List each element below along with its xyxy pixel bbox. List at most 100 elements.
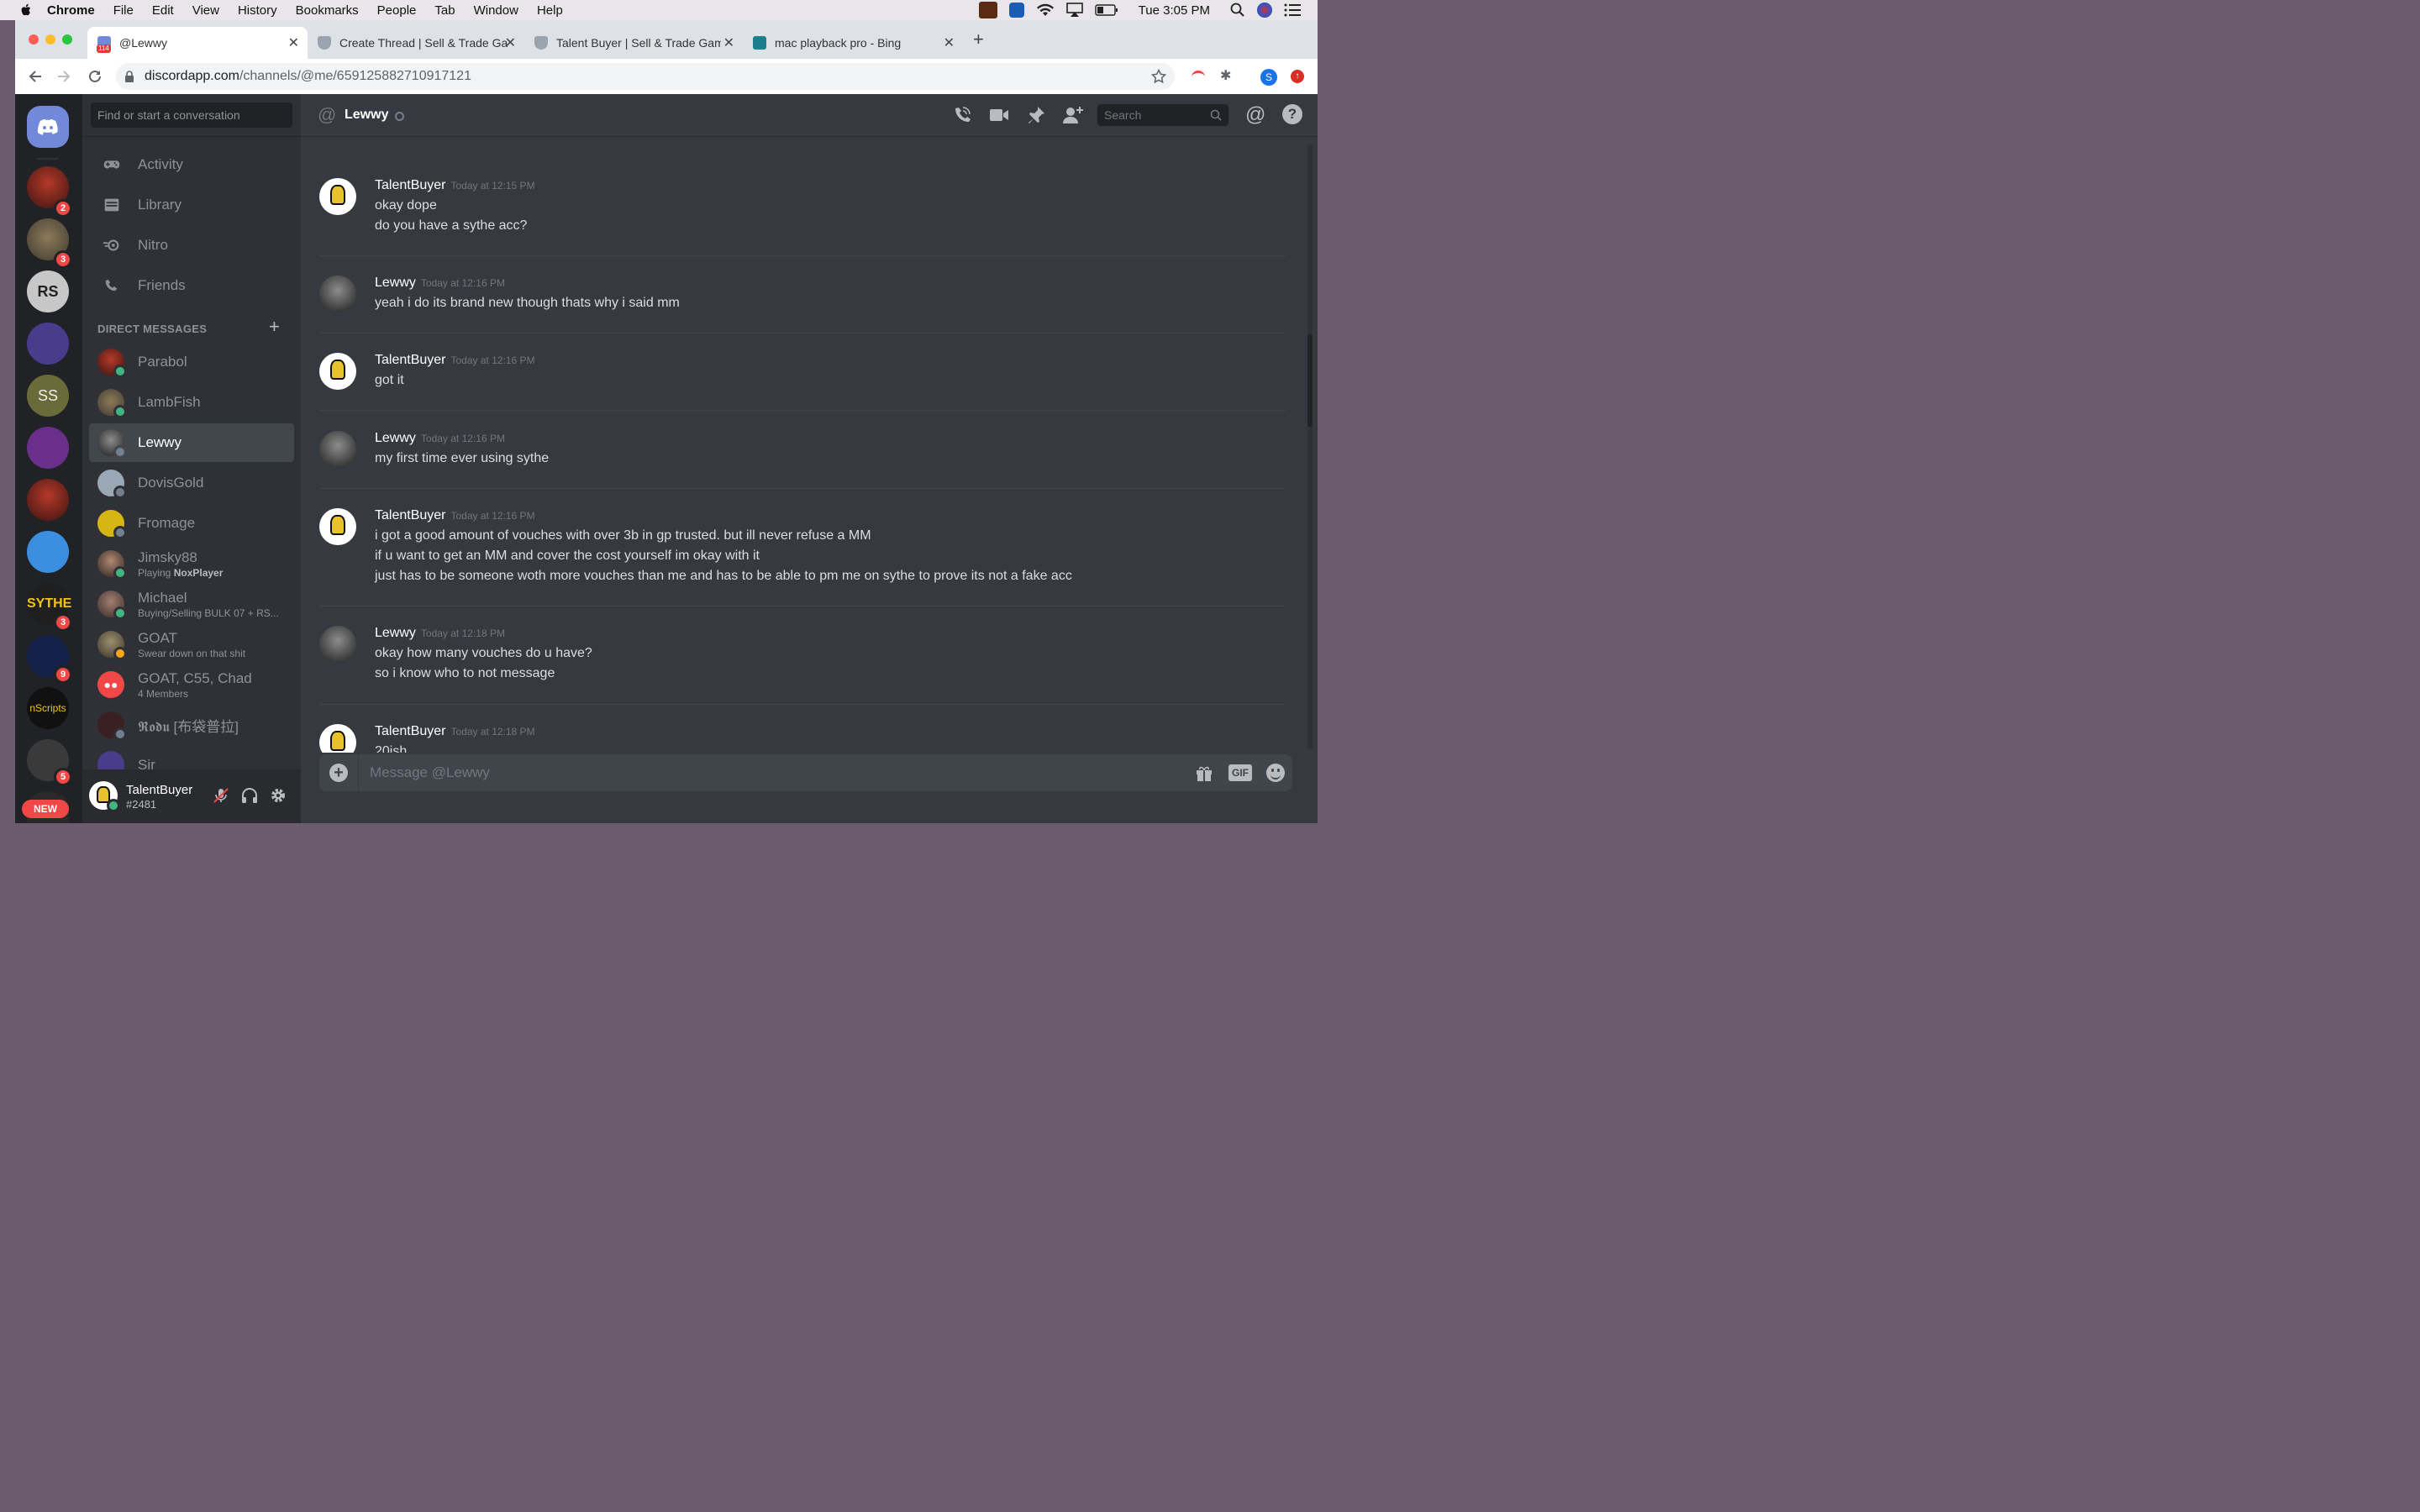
avatar[interactable] <box>319 276 356 312</box>
author-name[interactable]: TalentBuyer <box>375 178 446 192</box>
mute-microphone-icon[interactable] <box>212 786 230 805</box>
avatar[interactable] <box>319 724 356 753</box>
upload-plus-icon[interactable]: + <box>329 764 348 782</box>
author-name[interactable]: TalentBuyer <box>375 508 446 522</box>
forward-icon[interactable] <box>57 70 71 83</box>
video-call-icon[interactable] <box>988 104 1010 126</box>
message-author[interactable]: Lewwy Today at 12:16 PM <box>375 276 505 291</box>
avatar[interactable] <box>319 508 356 545</box>
voice-call-icon[interactable] <box>951 104 973 126</box>
menu-app-chrome[interactable]: Chrome <box>47 3 95 18</box>
menu-view[interactable]: View <box>192 3 219 18</box>
message-author[interactable]: TalentBuyer Today at 12:16 PM <box>375 353 535 368</box>
gif-picker-button[interactable]: GIF <box>1228 764 1252 781</box>
apple-icon[interactable] <box>18 3 34 18</box>
dm-item[interactable]: DovisGold <box>89 464 294 502</box>
menu-tab[interactable]: Tab <box>434 3 455 18</box>
update-icon[interactable]: ↑ <box>1291 70 1304 83</box>
author-name[interactable]: Lewwy <box>375 626 416 640</box>
menu-window[interactable]: Window <box>474 3 518 18</box>
dm-item[interactable]: Parabol <box>89 343 294 381</box>
nav-library[interactable]: Library <box>91 186 292 223</box>
new-unreads-badge[interactable]: NEW <box>22 800 69 818</box>
lock-icon[interactable] <box>124 71 134 82</box>
author-name[interactable]: TalentBuyer <box>375 724 446 738</box>
emoji-picker-icon[interactable] <box>1266 764 1285 782</box>
create-dm-plus-icon[interactable]: + <box>269 316 280 338</box>
message-author[interactable]: Lewwy Today at 12:18 PM <box>375 626 505 641</box>
extension-rainbow-icon[interactable] <box>1192 71 1205 83</box>
dm-item[interactable]: Fromage <box>89 504 294 543</box>
menu-people[interactable]: People <box>377 3 417 18</box>
nav-activity[interactable]: Activity <box>91 146 292 183</box>
author-name[interactable]: TalentBuyer <box>375 353 446 367</box>
message-input[interactable]: Message @Lewwy <box>370 764 490 781</box>
dm-item-selected[interactable]: Lewwy <box>89 423 294 462</box>
nav-friends[interactable]: Friends <box>91 267 292 304</box>
server-icon[interactable] <box>27 531 69 573</box>
message-author[interactable]: TalentBuyer Today at 12:18 PM <box>375 724 535 739</box>
bookmark-star-icon[interactable] <box>1151 69 1166 84</box>
dm-item[interactable]: LambFish <box>89 383 294 422</box>
wifi-icon[interactable] <box>1036 3 1055 17</box>
mentions-at-icon[interactable]: @ <box>1245 103 1265 127</box>
menu-bookmarks[interactable]: Bookmarks <box>296 3 359 18</box>
dm-item[interactable]: Sir <box>89 746 294 771</box>
notification-center-icon[interactable] <box>1284 3 1301 17</box>
message-author[interactable]: TalentBuyer Today at 12:16 PM <box>375 508 535 523</box>
new-tab-button[interactable]: + <box>973 30 984 49</box>
spotlight-search-icon[interactable] <box>1230 3 1245 18</box>
pinned-messages-icon[interactable] <box>1025 104 1047 126</box>
gift-icon[interactable] <box>1195 764 1213 782</box>
close-tab-icon[interactable]: ✕ <box>944 34 955 51</box>
avatar[interactable] <box>319 353 356 390</box>
menu-edit[interactable]: Edit <box>152 3 174 18</box>
tab-create-thread[interactable]: Create Thread | Sell & Trade Ga ✕ <box>308 27 524 59</box>
server-icon[interactable]: nScripts <box>27 687 69 729</box>
tab-talent-buyer[interactable]: Talent Buyer | Sell & Trade Gam ✕ <box>524 27 743 59</box>
reload-icon[interactable] <box>87 69 103 84</box>
headphones-icon[interactable] <box>240 786 259 805</box>
close-window-button[interactable] <box>29 34 39 45</box>
nav-nitro[interactable]: Nitro <box>91 227 292 264</box>
runelite-icon[interactable] <box>978 2 997 18</box>
server-icon[interactable]: RS <box>27 270 69 312</box>
dm-item[interactable]: ●● GOAT, C55, Chad 4 Members <box>89 665 294 704</box>
menu-file[interactable]: File <box>113 3 134 18</box>
server-icon[interactable]: SS <box>27 375 69 417</box>
close-tab-icon[interactable]: ✕ <box>723 34 734 51</box>
settings-gear-icon[interactable] <box>269 786 287 805</box>
close-tab-icon[interactable]: ✕ <box>505 34 516 51</box>
author-name[interactable]: Lewwy <box>375 276 416 290</box>
server-icon[interactable] <box>27 479 69 521</box>
message-author[interactable]: TalentBuyer Today at 12:15 PM <box>375 178 535 193</box>
minimize-window-button[interactable] <box>45 34 55 45</box>
tab-bing[interactable]: mac playback pro - Bing ✕ <box>743 27 963 59</box>
airplay-icon[interactable] <box>1065 3 1083 18</box>
help-icon[interactable]: ? <box>1282 104 1302 124</box>
discord-home-button[interactable] <box>27 106 69 148</box>
avatar[interactable] <box>319 431 356 468</box>
chat-search-input[interactable]: Search <box>1097 104 1228 126</box>
address-bar[interactable]: discordapp.com/channels/@me/659125882710… <box>116 63 1175 90</box>
dm-item[interactable]: GOAT Swear down on that shit <box>89 625 294 664</box>
chat-scrollbar[interactable] <box>1307 144 1313 749</box>
menu-help[interactable]: Help <box>537 3 563 18</box>
chat-scrollbar-thumb[interactable] <box>1307 334 1313 427</box>
avatar[interactable] <box>319 626 356 663</box>
dm-item[interactable]: 𝕽𝖔𝖉𝖚 [布袋普拉] <box>89 706 294 744</box>
dm-item[interactable]: Jimsky88 Playing NoxPlayer <box>89 544 294 583</box>
message-composer[interactable]: + Message @Lewwy GIF <box>319 754 1292 791</box>
close-tab-icon[interactable]: ✕ <box>288 34 299 51</box>
dm-search-input[interactable]: Find or start a conversation <box>91 102 292 128</box>
back-icon[interactable] <box>29 70 42 83</box>
siri-icon[interactable] <box>1257 3 1272 18</box>
server-icon[interactable] <box>27 323 69 365</box>
avatar[interactable] <box>319 178 356 215</box>
battery-icon[interactable] <box>1094 4 1118 16</box>
author-name[interactable]: Lewwy <box>375 431 416 445</box>
extension-bluetooth-icon[interactable]: ✱ <box>1220 67 1231 84</box>
teamviewer-icon[interactable] <box>1008 3 1024 18</box>
clock[interactable]: Tue 3:05 PM <box>1139 3 1210 18</box>
user-avatar[interactable] <box>89 781 120 812</box>
